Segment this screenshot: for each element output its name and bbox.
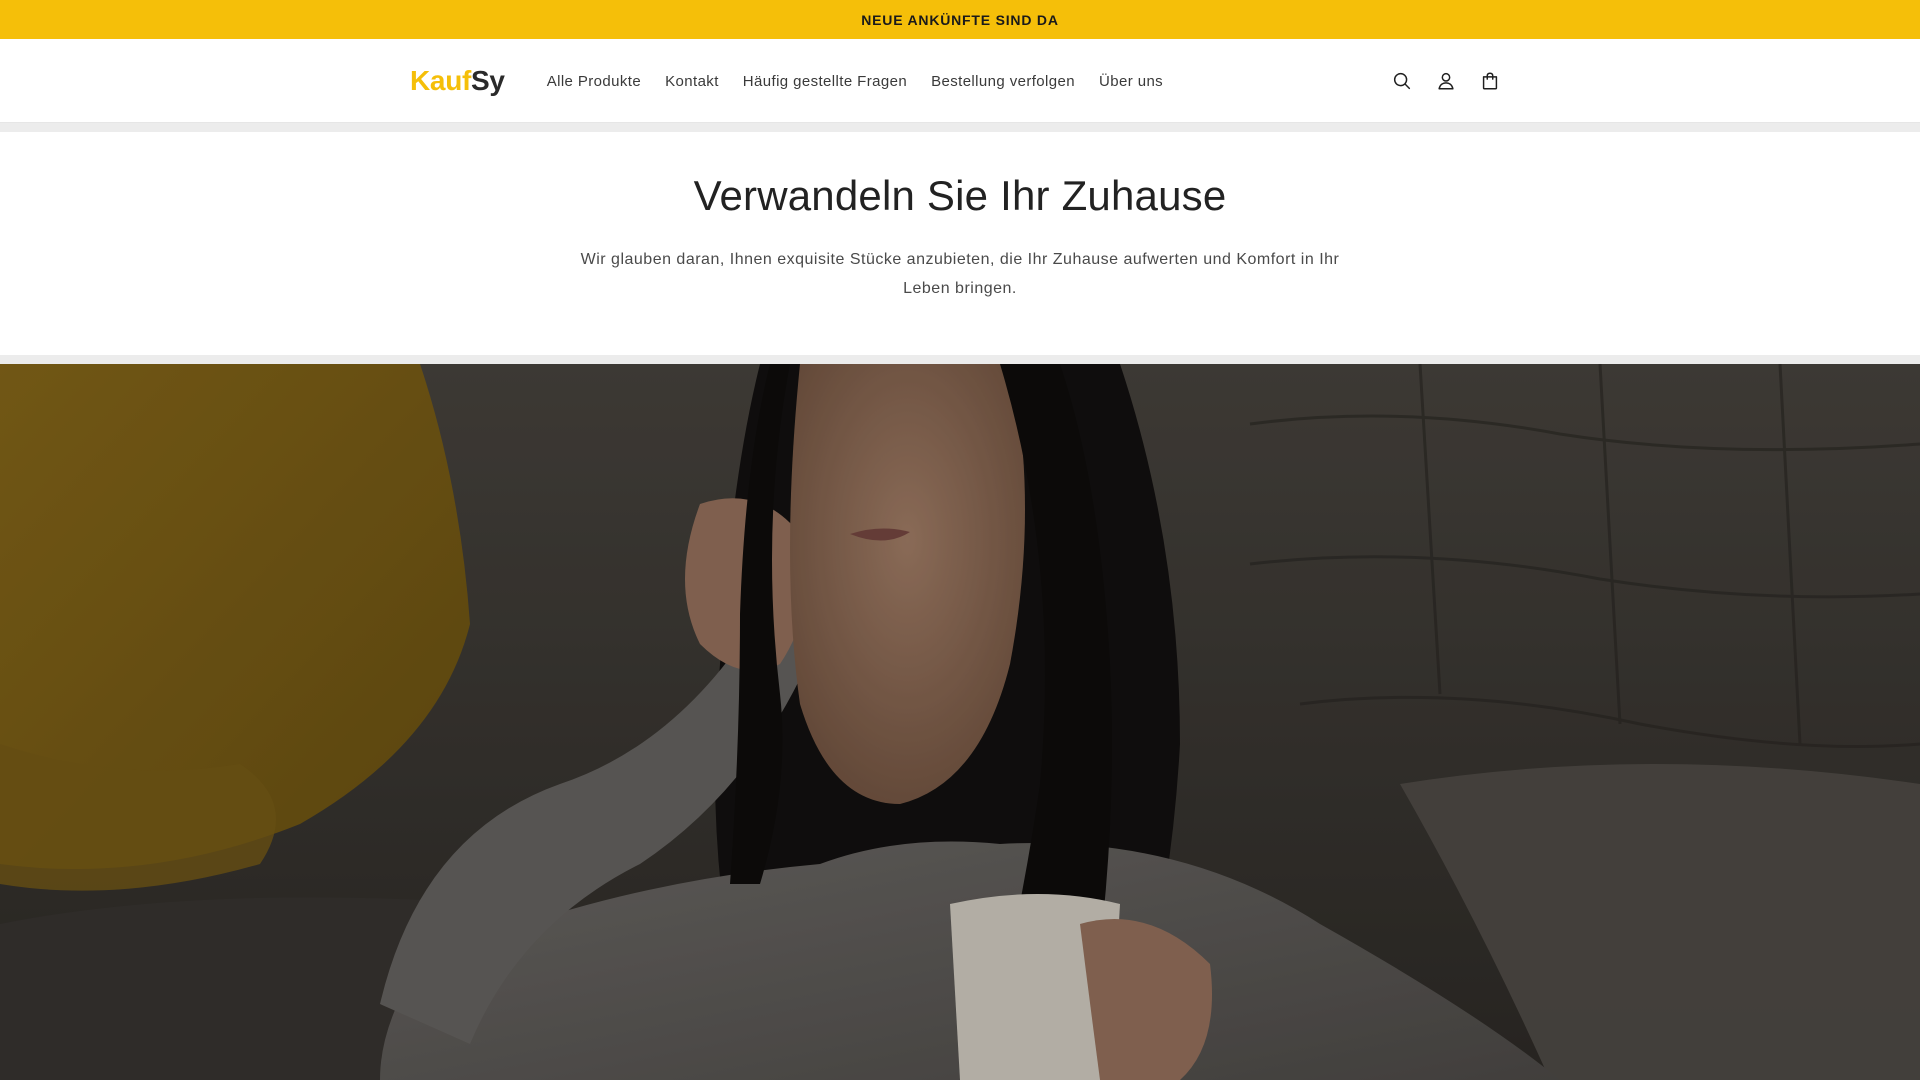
announcement-bar: NEUE ANKÜNFTE SIND DA (0, 0, 1920, 39)
header-icons (1384, 63, 1508, 99)
logo-link[interactable]: KaufSy (410, 65, 505, 97)
section-divider-bottom (0, 355, 1920, 364)
hero-photo-illustration (0, 364, 1920, 1080)
cart-icon (1482, 72, 1498, 90)
logo-part-1: Kauf (410, 65, 472, 96)
main-nav: Alle Produkte Kontakt Häufig gestellte F… (535, 73, 1175, 90)
nav-faq[interactable]: Häufig gestellte Fragen (731, 73, 919, 90)
account-button[interactable] (1428, 63, 1464, 99)
account-icon (1438, 72, 1454, 90)
intro-title: Verwandeln Sie Ihr Zuhause (693, 172, 1227, 219)
cart-button[interactable] (1472, 63, 1508, 99)
intro-text: Wir glauben daran, Ihnen exquisite Stück… (580, 251, 1340, 297)
hero-image (0, 364, 1920, 1080)
nav-track-order[interactable]: Bestellung verfolgen (919, 73, 1087, 90)
nav-contact[interactable]: Kontakt (653, 73, 731, 90)
nav-all-products[interactable]: Alle Produkte (535, 73, 653, 90)
intro-section: Verwandeln Sie Ihr Zuhause Wir glauben d… (0, 132, 1920, 355)
nav-about[interactable]: Über uns (1087, 73, 1175, 90)
site-header: KaufSy Alle Produkte Kontakt Häufig gest… (0, 39, 1920, 123)
section-divider-top (0, 123, 1920, 132)
announcement-text: NEUE ANKÜNFTE SIND DA (861, 11, 1059, 28)
logo-part-2: Sy (471, 65, 505, 96)
search-icon (1393, 72, 1411, 90)
header-inner: KaufSy Alle Produkte Kontakt Häufig gest… (410, 39, 1510, 123)
search-button[interactable] (1384, 63, 1420, 99)
